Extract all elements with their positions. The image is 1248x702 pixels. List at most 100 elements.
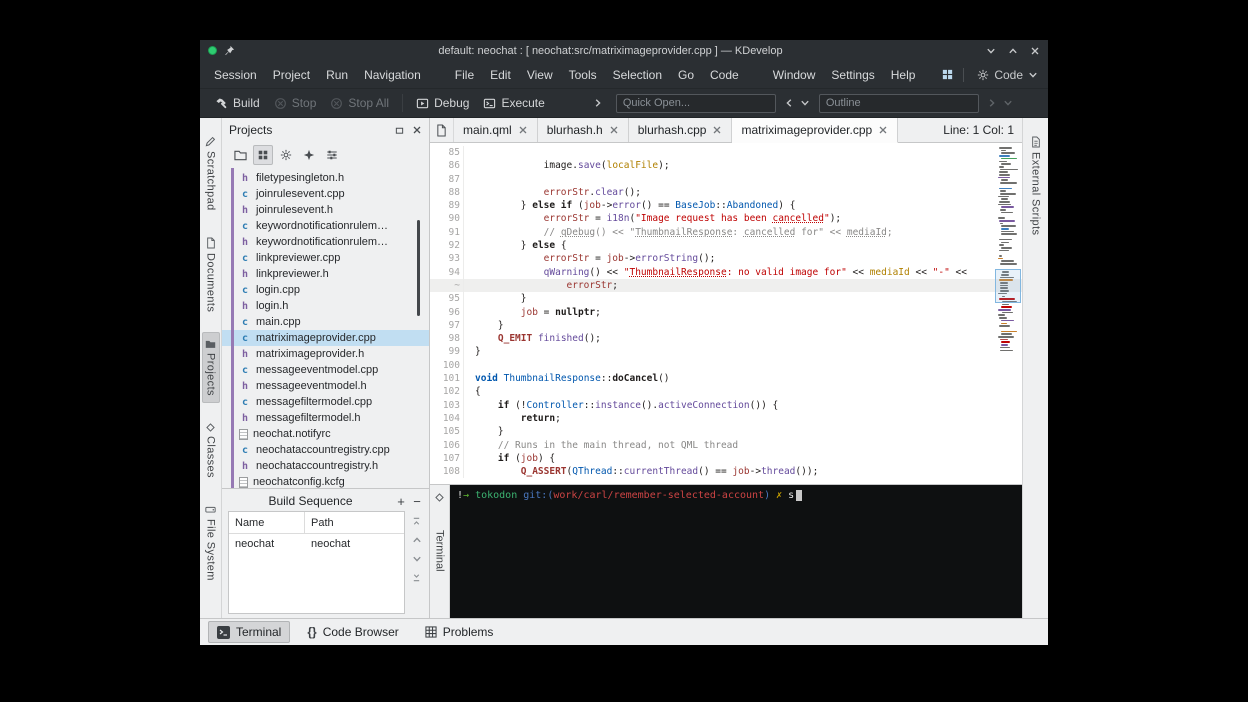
line-number[interactable]: 104 [430,412,460,425]
tree-item[interactable]: hneochataccountregistry.h [222,458,429,474]
pin-icon[interactable] [224,45,235,56]
window-grid-icon[interactable] [941,68,954,81]
code-row[interactable]: 88 errorStr.clear(); [430,186,1022,199]
code-row[interactable]: 91 // qDebug() << "ThumbnailResponse: ca… [430,226,1022,239]
dock-tab-classes[interactable]: Classes [203,417,219,484]
minimize-button[interactable] [986,46,996,56]
line-number[interactable]: 91 [430,226,460,239]
fold-margin[interactable] [463,439,475,452]
code-row[interactable]: 87 [430,173,1022,186]
tree-item[interactable]: clogin.cpp [222,282,429,298]
build-sequence-table[interactable]: NamePathneochatneochat [228,511,405,614]
outline-dropdown-button[interactable] [1000,94,1016,112]
move-up-icon[interactable] [412,535,422,545]
problems-toggle-button[interactable]: Problems [416,621,503,643]
tab-close-icon[interactable] [609,125,619,135]
menu-item-view[interactable]: View [519,64,561,86]
fold-margin[interactable] [463,226,475,239]
menu-item-run[interactable]: Run [318,64,356,86]
line-number[interactable]: 85 [430,146,460,159]
fold-margin[interactable] [463,212,475,225]
filter-button[interactable] [322,145,342,165]
line-number[interactable]: 90 [430,212,460,225]
code-row[interactable]: 107 if (job) { [430,452,1022,465]
targets-button[interactable] [253,145,273,165]
line-number[interactable]: 97 [430,319,460,332]
menu-item-navigation[interactable]: Navigation [356,64,429,86]
line-number[interactable]: 89 [430,199,460,212]
menu-item-go[interactable]: Go [670,64,702,86]
menu-item-project[interactable]: Project [265,64,318,86]
tab-close-icon[interactable] [712,125,722,135]
close-panel-icon[interactable] [412,125,422,135]
menu-item-code[interactable]: Code [702,64,747,86]
stop-all-button[interactable]: Stop All [323,92,396,114]
minimap-viewport[interactable] [995,269,1021,303]
outline-input[interactable] [819,94,979,113]
line-number[interactable]: 106 [430,439,460,452]
line-number[interactable]: 92 [430,239,460,252]
code-row[interactable]: 104 return; [430,412,1022,425]
fold-margin[interactable] [463,292,475,305]
fold-margin[interactable] [463,385,475,398]
line-number[interactable]: 98 [430,332,460,345]
menu-item-tools[interactable]: Tools [561,64,605,86]
move-bottom-icon[interactable] [412,573,421,582]
column-header-path[interactable]: Path [305,517,340,529]
title-bar[interactable]: default: neochat : [ neochat:src/matrixi… [200,40,1048,61]
dock-tab-external-scripts[interactable]: External Scripts [1028,130,1044,241]
minimap[interactable] [997,147,1019,357]
code-row[interactable]: 86 image.save(localFile); [430,159,1022,172]
line-number[interactable]: 86 [430,159,460,172]
fold-margin[interactable] [463,465,475,478]
stop-button[interactable]: Stop [267,92,324,114]
outline-forward-button[interactable] [984,94,1000,112]
fold-margin[interactable] [463,319,475,332]
line-number[interactable]: 103 [430,399,460,412]
editor-tab-blurhash-cpp[interactable]: blurhash.cpp [629,118,733,142]
document-list-button[interactable] [430,118,454,142]
code-row[interactable]: ~ errorStr; [430,279,1022,292]
code-row[interactable]: 94 qWarning() << "ThumbnailResponse: no … [430,266,1022,279]
line-number[interactable]: 94 [430,266,460,279]
float-panel-icon[interactable] [395,126,404,135]
tree-item[interactable]: hmessageeventmodel.h [222,378,429,394]
line-number[interactable]: 88 [430,186,460,199]
editor-tab-blurhash-h[interactable]: blurhash.h [538,118,629,142]
quick-open-dropdown-button[interactable] [797,94,813,112]
fold-margin[interactable] [463,452,475,465]
fold-margin[interactable] [463,412,475,425]
tree-item[interactable]: cneochataccountregistry.cpp [222,442,429,458]
line-number[interactable]: 93 [430,252,460,265]
table-row[interactable]: neochatneochat [229,534,404,553]
fold-margin[interactable] [463,306,475,319]
fold-margin[interactable] [463,332,475,345]
tree-scrollbar[interactable] [417,220,420,316]
line-number[interactable]: 107 [430,452,460,465]
code-row[interactable]: 90 errorStr = i18n("Image request has be… [430,212,1022,225]
menu-item-session[interactable]: Session [206,64,265,86]
build-button[interactable]: Build [208,92,267,114]
tree-item[interactable]: hjoinrulesevent.h [222,202,429,218]
code-browser-toggle-button[interactable]: {}Code Browser [298,621,407,643]
tree-item[interactable]: cmessagefiltermodel.cpp [222,394,429,410]
editor-tab-matriximageprovider-cpp[interactable]: matriximageprovider.cpp [732,118,898,143]
editor-tab-main-qml[interactable]: main.qml [454,118,538,142]
tree-item[interactable]: cmatriximageprovider.cpp [222,330,429,346]
line-number[interactable]: 87 [430,173,460,186]
line-number[interactable]: 102 [430,385,460,398]
maximize-button[interactable] [1008,46,1018,56]
code-row[interactable]: 105 } [430,425,1022,438]
code-row[interactable]: 97 } [430,319,1022,332]
code-row[interactable]: 98 Q_EMIT finished(); [430,332,1022,345]
code-row[interactable]: 108 Q_ASSERT(QThread::currentThread() ==… [430,465,1022,478]
fold-margin[interactable] [463,359,475,372]
code-row[interactable]: 103 if (!Controller::instance().activeCo… [430,399,1022,412]
toolbar-overflow-button[interactable] [590,94,606,112]
dock-tab-scratchpad[interactable]: Scratchpad [203,130,219,217]
line-number[interactable]: 108 [430,465,460,478]
fold-margin[interactable] [463,425,475,438]
terminal-toggle-button[interactable]: Terminal [208,621,290,643]
area-selector-code[interactable]: Code [973,66,1042,84]
line-number[interactable]: 99 [430,345,460,358]
